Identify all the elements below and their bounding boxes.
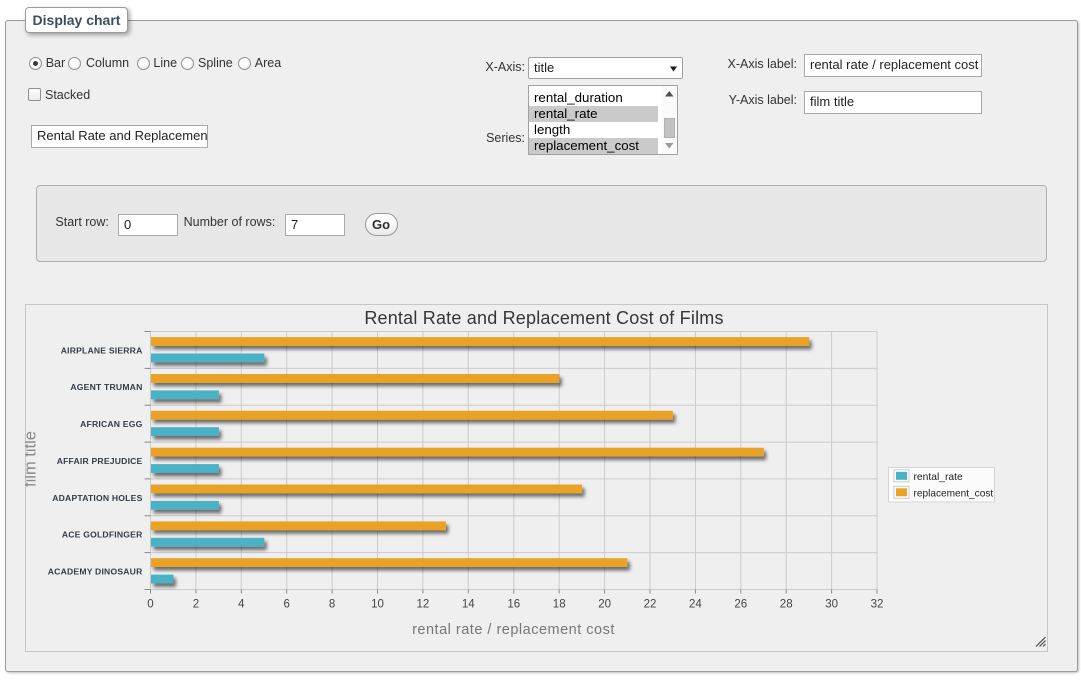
svg-text:20: 20 [598, 598, 611, 610]
svg-text:6: 6 [283, 598, 289, 610]
svg-text:4: 4 [238, 598, 245, 610]
svg-text:8: 8 [328, 598, 334, 610]
svg-text:16: 16 [507, 598, 520, 610]
svg-text:14: 14 [461, 598, 474, 610]
svg-text:replacement_cost: replacement_cost [913, 488, 993, 499]
svg-text:ACADEMY DINOSAUR: ACADEMY DINOSAUR [47, 567, 142, 577]
svg-text:AFFAIR PREJUDICE: AFFAIR PREJUDICE [56, 456, 142, 466]
svg-text:32: 32 [870, 598, 883, 610]
svg-text:rental_rate: rental_rate [913, 472, 963, 483]
svg-text:30: 30 [825, 598, 838, 610]
svg-text:26: 26 [734, 598, 747, 610]
svg-text:12: 12 [416, 598, 429, 610]
svg-text:ADAPTATION HOLES: ADAPTATION HOLES [52, 493, 142, 503]
svg-text:film title: film title [25, 431, 40, 487]
svg-text:28: 28 [779, 598, 792, 610]
svg-text:22: 22 [643, 598, 656, 610]
svg-text:18: 18 [552, 598, 565, 610]
svg-text:0: 0 [147, 598, 153, 610]
svg-text:AIRPLANE SIERRA: AIRPLANE SIERRA [60, 345, 142, 355]
svg-text:24: 24 [689, 598, 702, 610]
svg-text:rental rate / replacement cost: rental rate / replacement cost [412, 622, 615, 638]
svg-text:10: 10 [371, 598, 384, 610]
svg-text:2: 2 [192, 598, 198, 610]
svg-text:AFRICAN EGG: AFRICAN EGG [80, 419, 142, 429]
svg-text:AGENT TRUMAN: AGENT TRUMAN [70, 382, 142, 392]
svg-text:ACE GOLDFINGER: ACE GOLDFINGER [61, 530, 142, 540]
svg-text:Rental Rate and Replacement Co: Rental Rate and Replacement Cost of Film… [364, 308, 723, 328]
